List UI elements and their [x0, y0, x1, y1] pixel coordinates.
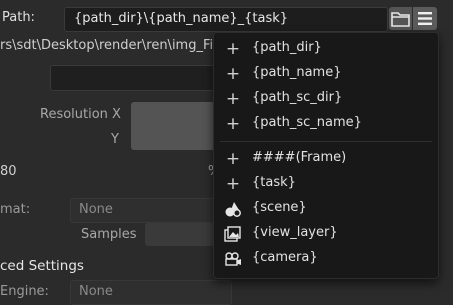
menu-item-label: {path_name} — [252, 65, 342, 80]
folder-button[interactable] — [389, 7, 412, 30]
path-input-value: {path_dir}\{path_name}_{task} — [74, 11, 289, 26]
path-input[interactable]: {path_dir}\{path_name}_{task} — [64, 7, 388, 32]
menu-item-label: {view_layer} — [252, 225, 338, 240]
resolution-y-label: Y — [111, 132, 119, 147]
percent-value: 80 — [0, 164, 17, 179]
menu-item-path-sc-name[interactable]: + {path_sc_name} — [214, 112, 438, 136]
format-label: mat: — [0, 202, 31, 217]
menu-item-path-dir[interactable]: + {path_dir} — [214, 37, 438, 61]
advanced-settings-header[interactable]: ced Settings — [0, 258, 84, 274]
plus-icon: + — [225, 89, 241, 109]
resolution-fields[interactable] — [131, 102, 221, 150]
plus-icon: + — [225, 114, 241, 134]
format-value: None — [79, 202, 113, 217]
menu-item-label: {camera} — [252, 250, 318, 265]
plus-icon: + — [225, 149, 241, 169]
engine-select[interactable]: None — [70, 280, 232, 305]
plus-icon: + — [225, 39, 241, 59]
resolution-x-label: Resolution X — [40, 107, 121, 122]
menu-item-path-sc-dir[interactable]: + {path_sc_dir} — [214, 87, 438, 111]
plus-icon: + — [225, 64, 241, 84]
path-label: Path: — [2, 10, 35, 25]
menu-separator — [220, 141, 432, 142]
menu-item-path-name[interactable]: + {path_name} — [214, 62, 438, 86]
path-variables-menu: + {path_dir} + {path_name} + {path_sc_di… — [213, 32, 439, 279]
menu-item-scene[interactable]: {scene} — [214, 197, 438, 221]
menu-item-label: {path_sc_name} — [252, 115, 362, 130]
hamburger-menu-icon — [418, 12, 432, 25]
scene-icon — [225, 202, 241, 217]
folder-icon — [391, 12, 410, 27]
format-select[interactable]: None — [70, 198, 232, 223]
menu-item-frame[interactable]: + ####(Frame) — [214, 147, 438, 171]
plus-icon: + — [225, 174, 241, 194]
view-layer-icon — [224, 226, 241, 242]
menu-item-label: {scene} — [252, 200, 307, 215]
menu-item-camera[interactable]: {camera} — [214, 247, 438, 271]
menu-item-label: {path_dir} — [252, 40, 322, 55]
menu-item-view-layer[interactable]: {view_layer} — [214, 222, 438, 246]
menu-item-label: {path_sc_dir} — [252, 90, 343, 105]
menu-item-label: {task} — [252, 175, 296, 190]
samples-label: Samples — [81, 227, 137, 242]
menu-item-task[interactable]: + {task} — [214, 172, 438, 196]
resolved-path-preview: rs\sdt\Desktop\render\ren\img_Fill — [0, 38, 221, 53]
menu-item-label: ####(Frame) — [252, 150, 347, 165]
variables-menu-button[interactable] — [413, 7, 437, 30]
camera-icon — [225, 252, 241, 266]
